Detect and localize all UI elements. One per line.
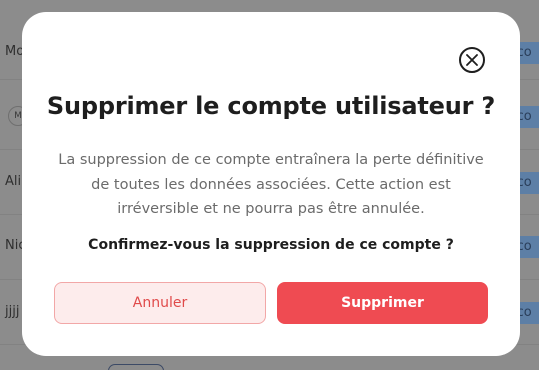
dialog-description: La suppression de ce compte entraînera l… bbox=[58, 152, 484, 217]
close-button[interactable] bbox=[459, 47, 485, 73]
confirm-question: Confirmez-vous la suppression de ce comp… bbox=[88, 237, 454, 253]
cancel-button[interactable]: Annuler bbox=[54, 282, 266, 324]
delete-account-dialog: Supprimer le compte utilisateur ? La sup… bbox=[22, 12, 520, 356]
user-name: jjjj bbox=[5, 304, 20, 319]
delete-button[interactable]: Supprimer bbox=[277, 282, 488, 324]
status-badge bbox=[108, 364, 164, 370]
close-icon bbox=[466, 54, 478, 66]
user-name: Ali bbox=[5, 174, 22, 189]
dialog-title: Supprimer le compte utilisateur ? bbox=[46, 92, 496, 120]
